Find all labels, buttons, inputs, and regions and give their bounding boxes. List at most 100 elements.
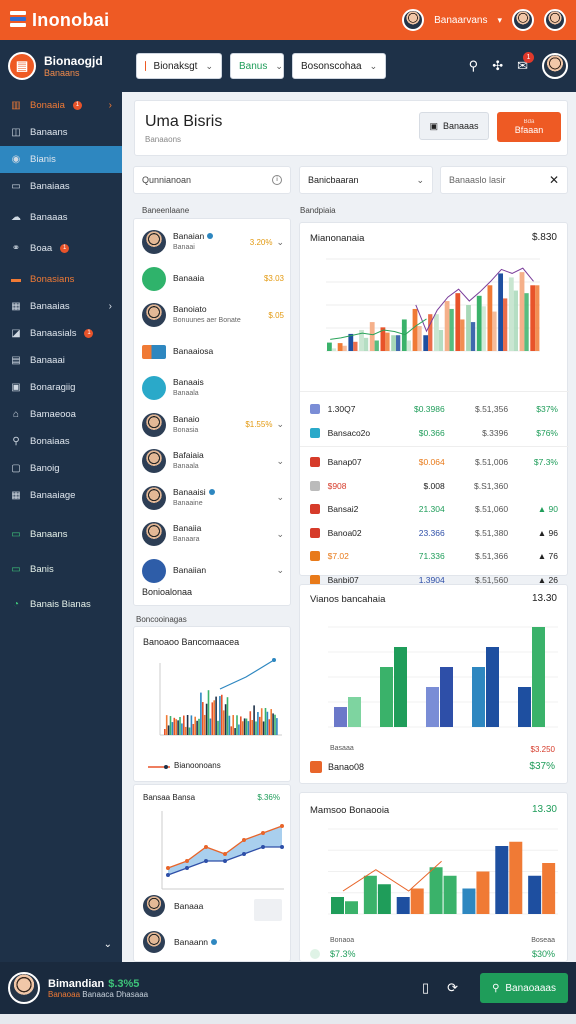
chevron-down-icon[interactable]: ⌄ (276, 456, 284, 467)
data-point (223, 852, 227, 856)
bar (207, 690, 210, 735)
list-item[interactable]: Bafaiaia Banaala ⌄ (142, 446, 284, 476)
sidebar-item[interactable]: ◫ Banaans (0, 119, 122, 146)
footer-subtitle: Banaoaa Banaaca Dhasaaa (48, 990, 148, 999)
chart-title: Mamsoo Bonaooia (310, 805, 390, 816)
sidebar-item[interactable]: ▭ Banaans (0, 517, 122, 552)
sidebar-item[interactable]: ▢ Banoig (0, 455, 122, 482)
sidebar-item[interactable]: ▦ Banaaiage (0, 482, 122, 509)
avatar[interactable] (402, 9, 425, 31)
view-dropdown[interactable]: Bosonscohaa ⌄ (292, 53, 386, 79)
bar (222, 710, 225, 735)
filter-dropdown[interactable]: Banus ⌄ (230, 53, 284, 79)
sidebar-item[interactable]: ▬ Bonasians (0, 266, 122, 293)
chevron-down-icon[interactable]: ⌄ (276, 492, 284, 503)
list-item[interactable]: Banaiia Banaara ⌄ (142, 519, 284, 549)
sidebar-item[interactable]: ⌂ Bamaeooa (0, 401, 122, 428)
bar (177, 720, 179, 735)
chevron-down-icon[interactable]: ⌄ (276, 237, 284, 248)
table-row[interactable]: $7.02 71.336 $.51,366 ▲ 76 (310, 546, 558, 566)
list-item[interactable]: Banaio Bonasia $1.55% ⌄ (142, 410, 284, 440)
bar (205, 703, 208, 735)
sidebar-item[interactable]: ▦ Banaaias › (0, 293, 122, 320)
button-label: Banaoaaas (505, 982, 556, 994)
filter-select[interactable]: Banicbaaran ⌄ (299, 166, 433, 194)
row-icon (310, 949, 320, 959)
avatar[interactable] (512, 9, 534, 31)
bar (423, 335, 429, 351)
chevron-down-icon[interactable]: ⌄ (276, 529, 284, 540)
sidebar-item[interactable]: ▣ Bonaragiig (0, 374, 122, 401)
sidebar-item[interactable]: ▭ Banis (0, 552, 122, 587)
bar (183, 715, 185, 735)
sidebar-item[interactable]: ◔ Banais Bianas (0, 587, 122, 622)
avatar[interactable] (544, 9, 566, 31)
bar (226, 697, 229, 735)
footer-label: Boseaa (531, 937, 555, 944)
table-row[interactable]: Bansaco2o $0.366 $.3396 $76% (310, 423, 558, 443)
data-point (166, 873, 170, 877)
bar (440, 667, 453, 727)
avatar[interactable] (8, 972, 40, 1004)
sidebar-item[interactable]: ☁ Banaaas (0, 204, 122, 231)
notification-icon[interactable]: ✉ 1 (517, 52, 534, 74)
bar (369, 322, 375, 351)
list-item[interactable]: Banaiian ⌄ (142, 556, 284, 586)
chevron-down-icon[interactable]: ⌄ (104, 939, 112, 950)
sidebar-item-label: Bonaiaas (30, 436, 70, 447)
list-item[interactable]: Banaaiosa (142, 337, 284, 367)
workspace-icon (145, 61, 146, 71)
bar (198, 718, 200, 735)
refresh-icon[interactable]: ⟳ (447, 980, 458, 996)
list-footer[interactable]: Bonioalonaa (142, 587, 192, 597)
settings-icon[interactable]: ✣ (492, 58, 503, 74)
sidebar-item[interactable]: ◪ Banaasials 1 (0, 320, 122, 347)
table-row[interactable]: Banap07 $0.064 $.51,006 $7.3% (310, 452, 558, 472)
sidebar-item[interactable]: ⚭ Boaa 1 (0, 235, 122, 262)
workspace-dropdown[interactable]: Bionaksgt ⌄ (136, 53, 222, 79)
list-item[interactable]: Banaian Banaai 3.20% ⌄ (142, 227, 284, 257)
close-icon[interactable]: ✕ (549, 173, 559, 187)
bar (487, 285, 493, 351)
secondary-button[interactable]: ▣ Banaaas (419, 112, 489, 140)
table-row[interactable]: 1.30Q7 $0.3986 $.51,356 $37% (310, 399, 558, 419)
search-input[interactable]: Qunnianoan i (133, 166, 291, 194)
table-row[interactable]: Banoa02 23.366 $.51,380 ▲ 96 (310, 523, 558, 543)
top-user-name[interactable]: Banaarvans (434, 15, 487, 26)
pin-icon[interactable]: ⚲ (469, 58, 479, 74)
table-row[interactable]: $908 $.008 $.S1,360 (310, 476, 558, 496)
bar (169, 716, 172, 735)
avatar (142, 303, 166, 327)
list-item[interactable]: Banaaia $3.03 (142, 264, 284, 294)
footer-action-button[interactable]: ⚲ Banaoaaas (480, 973, 568, 1003)
list-item-name: Banoiato (173, 304, 207, 314)
list-item[interactable]: Banoiato Bonuunes aer Bonate $.05 (142, 300, 284, 330)
list-item[interactable]: Banaais Banaala (142, 373, 284, 403)
bar (211, 702, 214, 735)
avatar[interactable] (143, 895, 165, 917)
list-item-sub: Banaai (173, 244, 195, 251)
avatar[interactable] (542, 53, 568, 79)
table-row[interactable]: Bansai2 21.304 $.51,060 ▲ 90 (310, 499, 558, 519)
chevron-down-icon[interactable]: ⌄ (276, 565, 284, 576)
chevron-down-icon: ⌄ (416, 174, 424, 185)
sidebar-item[interactable]: ⚲ Bonaiaas (0, 428, 122, 455)
bar (434, 314, 439, 351)
data-point (185, 859, 189, 863)
app-name: Inonobai (32, 9, 110, 30)
bar (236, 715, 238, 735)
bar-chart-card: Vianos bancahaia 13.30 Basaaa $3.250 Ban… (299, 584, 568, 784)
list-item[interactable]: Banaaisi Banaaine ⌄ (142, 483, 284, 513)
chevron-down-icon[interactable]: ▾ (497, 15, 502, 26)
list-item-value: $1.55% (245, 420, 273, 429)
sidebar-item[interactable]: ▤ Banaaai (0, 347, 122, 374)
sidebar-item[interactable]: ▭ Banaiaas (0, 173, 122, 200)
info-icon[interactable]: i (272, 175, 282, 185)
secondary-search-input[interactable]: Banaaslo lasir ✕ (440, 166, 568, 194)
chevron-down-icon[interactable]: ⌄ (276, 419, 284, 430)
avatar[interactable] (143, 931, 165, 953)
sidebar-item[interactable]: ◉ Bianis (0, 146, 122, 173)
primary-button[interactable]: Bda Bfaaan (497, 112, 561, 142)
sidebar-item[interactable]: ▥ Bonaaia 1 › (0, 92, 122, 119)
document-icon[interactable]: ▯ (422, 980, 429, 996)
